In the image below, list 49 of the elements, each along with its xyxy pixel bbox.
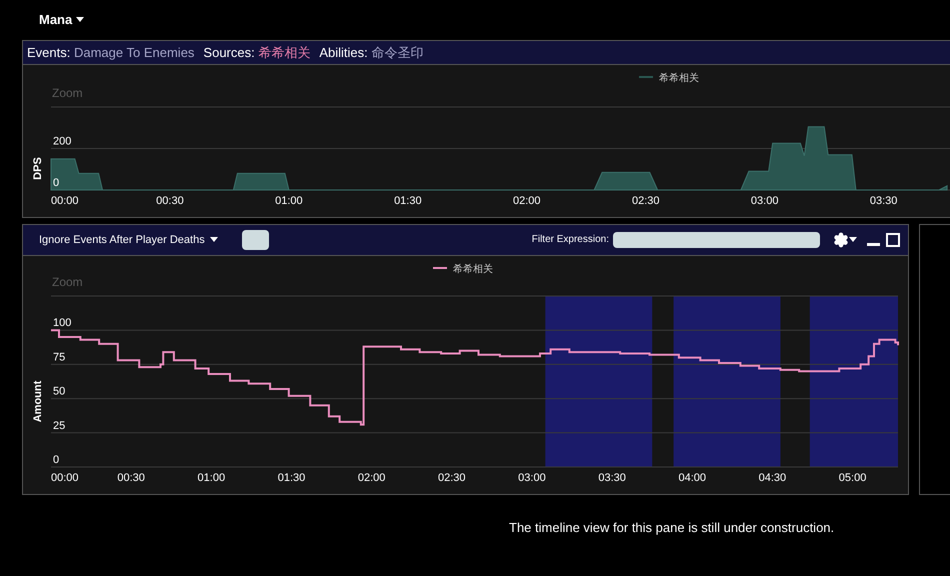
x-tick-label: 01:30	[278, 472, 306, 484]
caret-icon	[76, 16, 84, 22]
settings-dropdown[interactable]	[833, 232, 857, 248]
x-tick-label: 00:30	[156, 195, 184, 207]
x-tick-label: 00:00	[51, 472, 79, 484]
x-tick-label: 04:00	[678, 472, 706, 484]
resource-dropdown[interactable]: Mana	[39, 12, 84, 26]
x-tick-label: 01:00	[198, 472, 226, 484]
filter-summary: Abilities: 命令圣印	[319, 44, 424, 62]
filter-input[interactable]	[613, 232, 820, 248]
x-tick-label: 01:00	[275, 195, 303, 207]
x-tick-label: 02:30	[438, 472, 466, 484]
y-tick-label: 0	[53, 177, 60, 189]
zoom-label: Zoom	[52, 274, 83, 289]
filter-summary: Sources: 希希相关	[203, 44, 310, 62]
x-tick-label: 03:00	[750, 195, 778, 207]
gear-icon	[833, 232, 849, 248]
x-tick-label: 02:00	[358, 472, 386, 484]
x-tick-label: 00:30	[117, 472, 145, 484]
legend: 希希相关	[639, 73, 699, 84]
death-filter-dropdown[interactable]: Ignore Events After Player Deaths	[39, 234, 218, 246]
zoom-label: Zoom	[52, 86, 83, 100]
y-tick-label: 50	[53, 386, 66, 398]
construction-note: The timeline view for this pane is still under construction.	[508, 519, 836, 535]
blank-button[interactable]	[242, 230, 269, 250]
caret-icon	[849, 237, 857, 242]
y-tick-label: 0	[53, 454, 60, 466]
filter-summary: Events: Damage To Enemies	[27, 45, 194, 60]
legend: 希希相关	[433, 264, 493, 275]
legend-label: 希希相关	[453, 262, 493, 275]
x-tick-label: 05:00	[838, 472, 866, 484]
maximize-icon[interactable]	[886, 232, 900, 247]
y-axis-title: DPS	[32, 157, 44, 180]
y-tick-label: 100	[53, 317, 72, 330]
x-tick-label: 04:30	[758, 472, 786, 484]
y-tick-label: 75	[53, 351, 66, 364]
y-tick-label: 200	[53, 136, 72, 148]
y-tick-label: 25	[53, 420, 66, 432]
x-tick-label: 03:30	[870, 195, 898, 207]
x-tick-label: 02:30	[632, 195, 660, 207]
caret-icon	[210, 237, 218, 242]
x-tick-label: 00:00	[51, 195, 79, 207]
filter-label: Filter Expression:	[532, 234, 609, 246]
x-tick-label: 01:30	[394, 195, 422, 207]
x-tick-label: 03:30	[598, 472, 626, 484]
y-axis-title: Amount	[32, 380, 44, 422]
legend-label: 希希相关	[659, 72, 699, 84]
x-tick-label: 02:00	[513, 195, 541, 207]
x-tick-label: 03:00	[518, 472, 546, 484]
